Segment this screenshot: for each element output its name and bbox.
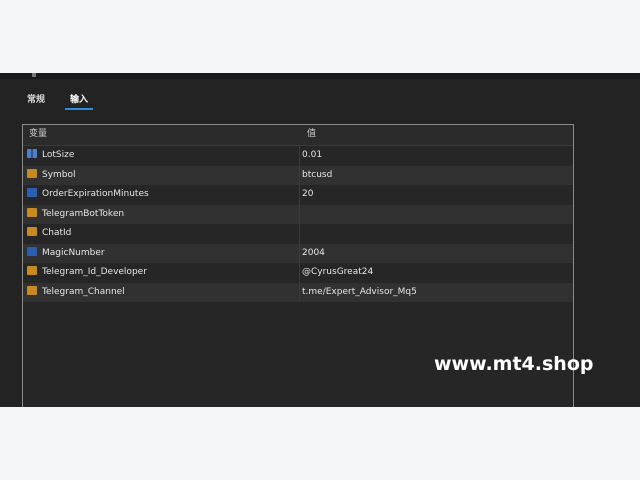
value-cell[interactable]: 20 <box>299 185 572 205</box>
variable-name: OrderExpirationMinutes <box>42 189 149 199</box>
string-icon <box>27 285 37 295</box>
table-row[interactable]: LotSize 0.01 <box>23 146 573 166</box>
title-bar <box>0 73 640 79</box>
value-cell[interactable]: 2004 <box>299 243 572 263</box>
value-cell[interactable] <box>299 224 572 244</box>
variable-name: MagicNumber <box>42 247 105 258</box>
table-row[interactable]: Telegram_Channel t.me/Expert_Advisor_Mq5 <box>23 282 573 303</box>
variable-name-cell: Symbol <box>27 166 295 186</box>
tab-inputs[interactable]: 输入 <box>63 93 95 111</box>
variable-name: Telegram_Id_Developer <box>42 267 147 277</box>
variable-name-cell: Telegram_Id_Developer <box>27 263 295 283</box>
string-icon <box>27 227 37 236</box>
table-row[interactable]: OrderExpirationMinutes 20 <box>23 185 573 205</box>
variable-name-cell: ChatId <box>27 224 295 244</box>
table-row[interactable]: Telegram_Id_Developer @CyrusGreat24 <box>23 263 573 283</box>
column-header-value[interactable]: 值 <box>305 125 577 145</box>
inputs-table: 变量 值 LotSize 0.01 Symbol btcusd OrderExp… <box>23 125 573 302</box>
value-cell[interactable]: @CyrusGreat24 <box>299 263 572 283</box>
string-icon <box>27 168 37 178</box>
variable-name-cell: Telegram_Channel <box>27 283 295 303</box>
variable-name-cell: LotSize <box>27 146 295 166</box>
table-row[interactable]: Symbol btcusd <box>23 165 573 186</box>
table-row[interactable]: ChatId <box>23 224 573 244</box>
value-cell[interactable]: 0.01 <box>299 146 572 166</box>
column-header-variable[interactable]: 变量 <box>29 125 297 145</box>
variable-name-cell: MagicNumber <box>27 244 295 264</box>
variable-name: TelegramBotToken <box>42 208 125 219</box>
table-header: 变量 值 <box>23 125 573 146</box>
variable-name: Symbol <box>42 169 76 180</box>
tab-common[interactable]: 常规 <box>22 93 50 111</box>
variable-name: LotSize <box>42 150 75 160</box>
string-icon <box>27 207 37 217</box>
table-row[interactable]: TelegramBotToken <box>23 204 573 225</box>
tab-bar: 常规 输入 <box>0 89 640 113</box>
table-row[interactable]: MagicNumber 2004 <box>23 243 573 264</box>
double-icon <box>27 149 37 158</box>
value-cell[interactable]: t.me/Expert_Advisor_Mq5 <box>299 282 572 302</box>
int-icon <box>27 246 37 256</box>
value-cell[interactable]: btcusd <box>299 165 572 185</box>
variable-name-cell: OrderExpirationMinutes <box>27 185 295 205</box>
variable-name: ChatId <box>42 228 72 238</box>
int-icon <box>27 188 37 197</box>
variable-name-cell: TelegramBotToken <box>27 205 295 225</box>
window-icon <box>32 73 36 77</box>
watermark-text: www.mt4.shop <box>434 353 594 375</box>
variable-name: Telegram_Channel <box>42 286 125 297</box>
value-cell[interactable] <box>299 204 572 224</box>
string-icon <box>27 266 37 275</box>
